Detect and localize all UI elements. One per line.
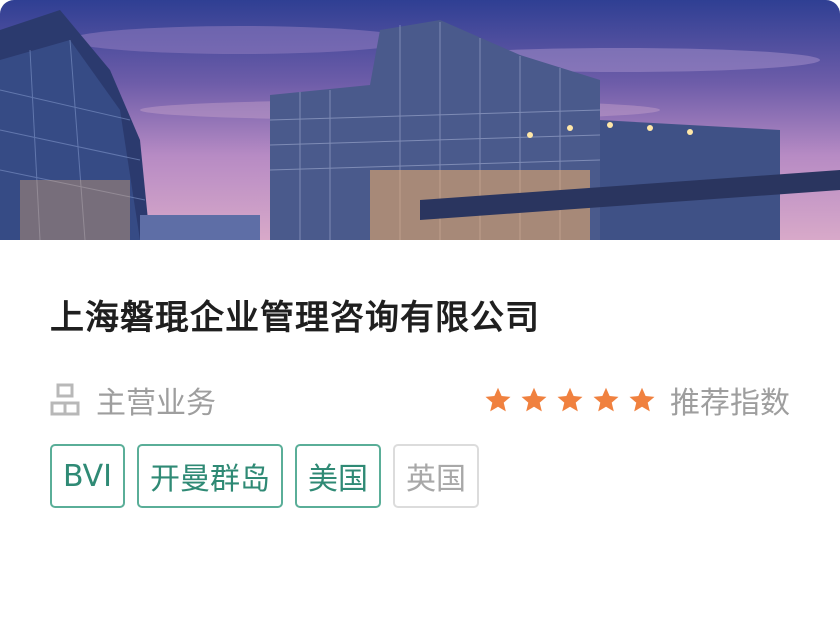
star-icon: [629, 387, 655, 412]
region-tags: BVI 开曼群岛 美国 英国: [50, 444, 790, 508]
tag-uk[interactable]: 英国: [393, 444, 480, 508]
main-business[interactable]: 主营业务: [50, 378, 216, 422]
org-chart-icon: [50, 383, 80, 416]
recommendation-rating: 推荐指数: [484, 378, 790, 422]
hero-image: [0, 0, 840, 240]
tag-bvi[interactable]: BVI: [50, 444, 126, 508]
star-icon: [593, 387, 619, 412]
rating-label: 推荐指数: [670, 386, 790, 421]
star-icon: [521, 387, 547, 412]
rating-stars: [484, 386, 656, 414]
main-business-label: 主营业务: [96, 386, 216, 421]
star-icon: [485, 387, 511, 412]
star-icon: [557, 387, 583, 412]
tag-cayman-islands[interactable]: 开曼群岛: [137, 444, 284, 508]
tag-usa[interactable]: 美国: [295, 444, 382, 508]
company-card[interactable]: 上海磐琨企业管理咨询有限公司 主营业务 推荐指数 BVI 开曼群岛 美国 英国: [0, 0, 840, 642]
company-name: 上海磐琨企业管理咨询有限公司: [50, 298, 540, 338]
